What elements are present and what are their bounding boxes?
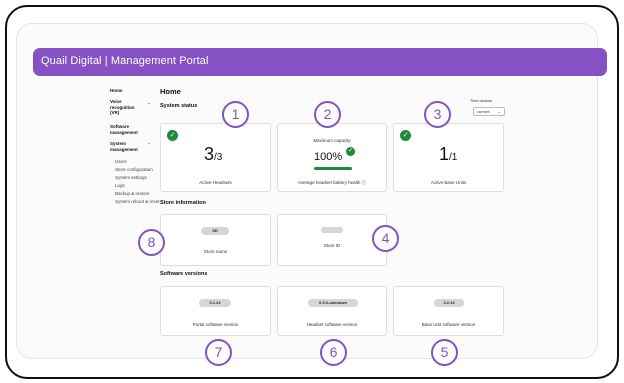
software-versions-title: Software versions <box>160 271 208 277</box>
sidebar-subitem-users[interactable]: Users <box>115 159 127 164</box>
store-id-card: Store ID <box>277 214 387 266</box>
time-window-select[interactable]: current ⌄ <box>473 107 505 116</box>
check-icon: ✓ <box>400 130 411 141</box>
chevron-down-icon[interactable]: ⌄ <box>147 100 151 106</box>
app-title: Quail Digital | Management Portal <box>41 55 209 67</box>
header-banner: Quail Digital | Management Portal <box>33 48 607 76</box>
maximum-capacity-label: Maximum capacity <box>313 138 351 143</box>
active-headsets-caption: Active Headsets <box>199 180 232 185</box>
chevron-down-icon: ⌄ <box>497 109 501 114</box>
time-window-label: Time window <box>470 99 493 103</box>
store-id-value <box>321 227 343 233</box>
callout-badge-4: 4 <box>372 225 399 252</box>
time-window-value: current <box>477 109 490 114</box>
check-icon: ✓ <box>167 130 178 141</box>
active-headsets-value: 3/3 <box>204 144 223 164</box>
headset-version-card: 0.0.0-unknown Headset software version <box>277 286 387 336</box>
callout-badge-6: 6 <box>320 339 347 366</box>
sidebar-item-voice-recognition[interactable]: Voice recognition (VR) <box>110 99 136 116</box>
system-status-title: System status <box>160 103 198 109</box>
battery-health-caption[interactable]: Average headset battery health ⓘ <box>278 180 386 186</box>
base-unit-version-caption: Base Unit software version <box>421 322 476 327</box>
callout-badge-2: 2 <box>314 101 341 128</box>
callout-badge-1: 1 <box>222 101 249 128</box>
sidebar-subitem-store-configuration[interactable]: Store configuration <box>115 167 153 172</box>
store-name-value: SD <box>201 227 229 235</box>
battery-value: 100% <box>314 151 343 163</box>
base-unit-version-card: 0.2.13 Base Unit software version <box>393 286 504 336</box>
portal-version-caption: Portal software version <box>192 322 239 327</box>
check-icon: ✓ <box>346 147 355 156</box>
sidebar-subitem-backup-restore[interactable]: Backup & restore <box>115 191 150 196</box>
callout-badge-7: 7 <box>205 339 232 366</box>
portal-version-card: 0.1.22 Portal software version <box>160 286 271 336</box>
base-unit-version-value: 0.2.13 <box>434 299 464 307</box>
store-id-caption: Store ID <box>323 243 341 248</box>
sidebar-item-home[interactable]: Home <box>110 88 123 94</box>
sidebar-subitem-system-reboot-reset[interactable]: System reboot & reset <box>115 199 160 204</box>
page-title: Home <box>160 87 181 96</box>
store-information-title: Store information <box>160 200 206 206</box>
store-name-card: SD Store name <box>160 214 271 266</box>
portal-version-value: 0.1.22 <box>199 299 231 307</box>
headset-version-value: 0.0.0-unknown <box>308 299 358 307</box>
battery-bar-fill <box>314 167 352 170</box>
chevron-up-icon[interactable]: ⌃ <box>147 142 151 148</box>
callout-badge-3: 3 <box>424 101 451 128</box>
battery-health-card: Maximum capacity 100% ✓ Average headset … <box>277 123 387 192</box>
callout-badge-5: 5 <box>431 339 458 366</box>
battery-bar <box>314 167 352 170</box>
active-base-units-card: ✓ 1/1 Active Base Units <box>393 123 504 192</box>
sidebar-item-software-management[interactable]: Software management <box>110 124 146 135</box>
active-base-units-value: 1/1 <box>439 144 458 164</box>
sidebar-subitem-system-settings[interactable]: System settings <box>115 175 147 180</box>
sidebar-subitem-logs[interactable]: Logs <box>115 183 125 188</box>
store-name-caption: Store name <box>203 249 228 254</box>
active-headsets-card: ✓ 3/3 Active Headsets <box>160 123 271 192</box>
callout-badge-8: 8 <box>138 229 165 256</box>
sidebar-item-system-management[interactable]: System management <box>110 141 144 152</box>
headset-version-caption: Headset software version <box>306 322 358 327</box>
active-base-units-caption: Active Base Units <box>430 180 467 185</box>
